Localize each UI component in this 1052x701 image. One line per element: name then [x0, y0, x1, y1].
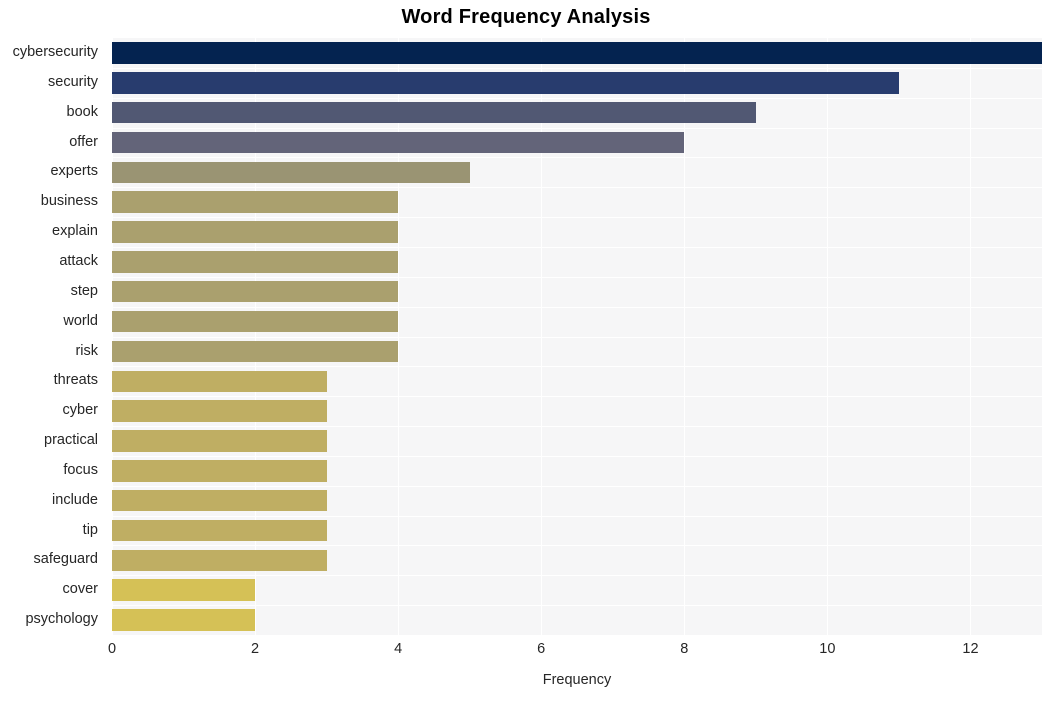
bar[interactable] — [112, 609, 256, 631]
bar-row[interactable] — [112, 545, 1042, 575]
bar[interactable] — [112, 191, 399, 213]
bar-row[interactable] — [112, 68, 1042, 98]
bar[interactable] — [112, 430, 327, 452]
bar-row[interactable] — [112, 277, 1042, 307]
y-tick-label: cover — [62, 581, 98, 598]
bar[interactable] — [112, 101, 756, 124]
y-tick-label: explain — [52, 223, 98, 240]
bar[interactable] — [112, 161, 470, 184]
bar[interactable] — [112, 549, 327, 572]
bar-row[interactable] — [112, 575, 1042, 605]
y-tick-label: risk — [75, 342, 98, 359]
y-tick-label: threats — [53, 372, 98, 389]
y-tick-label: attack — [59, 252, 98, 269]
y-tick-label: psychology — [25, 611, 98, 628]
y-tick-label: security — [48, 73, 98, 90]
y-tick-label: safeguard — [33, 551, 99, 568]
bar-row[interactable] — [112, 128, 1042, 158]
x-tick-label: 4 — [394, 641, 403, 657]
plot-area — [112, 38, 1042, 635]
y-tick-label: focus — [63, 461, 98, 478]
bar[interactable] — [112, 131, 685, 154]
x-axis-label: Frequency — [542, 672, 612, 688]
bar-row[interactable] — [112, 307, 1042, 337]
bar[interactable] — [112, 489, 327, 512]
y-tick-label: world — [63, 312, 98, 329]
x-tick-label: 6 — [537, 641, 546, 657]
bar[interactable] — [112, 370, 327, 392]
bar-row[interactable] — [112, 38, 1042, 68]
x-tick-label: 2 — [251, 641, 260, 657]
bar[interactable] — [112, 72, 899, 94]
bar-row[interactable] — [112, 456, 1042, 486]
bar[interactable] — [112, 340, 399, 363]
bar-row[interactable] — [112, 396, 1042, 426]
x-axis-tick-labels: 0 2 4 6 8 10 12 — [0, 641, 1052, 665]
y-tick-label: business — [40, 193, 98, 210]
y-tick-label: cybersecurity — [12, 44, 98, 60]
y-tick-label: experts — [50, 163, 98, 180]
bar-row[interactable] — [112, 187, 1042, 217]
bar[interactable] — [112, 519, 327, 542]
y-tick-label: step — [70, 282, 98, 299]
bar[interactable] — [112, 400, 327, 422]
y-tick-label: offer — [69, 133, 98, 150]
bar-row[interactable] — [112, 157, 1042, 187]
x-tick-label: 8 — [680, 641, 689, 657]
bar-row[interactable] — [112, 337, 1042, 367]
bar-row[interactable] — [112, 516, 1042, 546]
y-tick-label: include — [52, 491, 98, 508]
bar[interactable] — [112, 280, 399, 303]
chart-figure: Word Frequency Analysis cybersecurity sec… — [0, 0, 1052, 701]
y-axis-tick-labels: cybersecurity security book offer experts bus… — [0, 38, 105, 635]
x-tick-label: 12 — [962, 641, 979, 657]
y-tick-label: tip — [82, 521, 98, 538]
bar-row[interactable] — [112, 426, 1042, 456]
bar[interactable] — [112, 251, 399, 273]
bar-row[interactable] — [112, 247, 1042, 277]
bar[interactable] — [112, 579, 256, 601]
bar[interactable] — [112, 460, 327, 482]
x-tick-label: 0 — [107, 641, 117, 657]
bar-row[interactable] — [112, 486, 1042, 516]
x-tick-label: 10 — [819, 641, 836, 657]
bar-row[interactable] — [112, 98, 1042, 128]
y-tick-label: book — [66, 103, 98, 120]
bar-row[interactable] — [112, 366, 1042, 396]
bar[interactable] — [112, 221, 399, 243]
y-tick-label: cyber — [62, 402, 98, 419]
bar-row[interactable] — [112, 217, 1042, 247]
bar[interactable] — [112, 42, 1042, 64]
y-tick-label: practical — [44, 432, 98, 449]
bar[interactable] — [112, 310, 399, 333]
bar-row[interactable] — [112, 605, 1042, 635]
chart-title: Word Frequency Analysis — [401, 6, 651, 28]
